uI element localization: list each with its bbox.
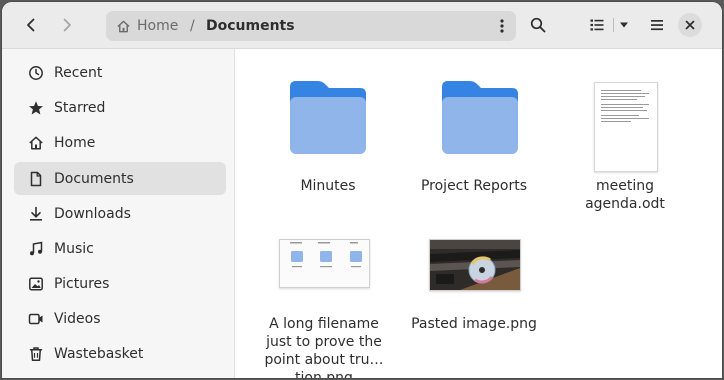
search-icon: [530, 17, 546, 33]
hamburger-menu-icon: [651, 20, 663, 31]
download-icon: [28, 206, 44, 222]
sidebar-item-downloads[interactable]: Downloads: [14, 197, 226, 230]
list-view-icon: [590, 19, 604, 31]
breadcrumb-current[interactable]: Documents: [206, 11, 295, 41]
breadcrumb-home-label: Home: [137, 18, 179, 34]
close-button[interactable]: [678, 13, 702, 37]
folder-icon: [290, 81, 366, 154]
sidebar-item-music[interactable]: Music: [14, 232, 226, 265]
sidebar-item-pictures[interactable]: Pictures: [14, 267, 226, 300]
picture-icon: [28, 276, 44, 292]
breadcrumb-separator: /: [190, 18, 195, 34]
main-menu-button[interactable]: [642, 10, 672, 40]
music-icon: [28, 241, 44, 257]
clock-icon: [28, 65, 44, 81]
file-name: Pasted image.png: [411, 316, 537, 332]
sidebar-item-label: Music: [54, 240, 94, 257]
sidebar-item-label: Starred: [54, 99, 106, 116]
sidebar-item-recent[interactable]: Recent: [14, 56, 226, 89]
go-next-icon: [63, 18, 71, 32]
file-name: Project Reports: [420, 178, 528, 194]
sidebar-item-label: Home: [54, 134, 96, 151]
back-button[interactable]: [16, 10, 46, 40]
list-view-button[interactable]: [582, 10, 612, 40]
sidebar-item-label: Documents: [54, 170, 134, 187]
sidebar-item-label: Videos: [54, 310, 101, 327]
sidebar-item-label: Pictures: [54, 275, 110, 292]
trash-icon: [28, 346, 44, 362]
home-icon: [117, 20, 130, 32]
chevron-down-icon: [620, 22, 628, 28]
image-thumbnail: [279, 239, 370, 288]
star-icon: [28, 100, 44, 116]
file-name: meeting agenda.odt: [585, 178, 665, 212]
view-options-dropdown[interactable]: [614, 10, 634, 40]
search-button[interactable]: [523, 10, 553, 40]
file-name: A long filename just to prove the point …: [264, 316, 384, 378]
kebab-menu-icon: [500, 19, 504, 33]
sidebar: Recent Starred Home Documents Downloads: [2, 49, 235, 378]
file-item-meeting-agenda[interactable]: meeting agenda.odt: [560, 59, 690, 219]
file-manager-window: Home / Documents Recent Starred Home Doc…: [2, 2, 722, 378]
document-thumbnail: [594, 82, 658, 172]
sidebar-item-label: Recent: [54, 64, 103, 81]
go-previous-icon: [27, 18, 35, 32]
sidebar-item-label: Wastebasket: [54, 345, 144, 362]
file-item-project-reports[interactable]: Project Reports: [409, 59, 539, 209]
folder-icon: [442, 81, 518, 154]
path-menu-button[interactable]: [496, 16, 508, 36]
home-icon: [28, 135, 44, 151]
sidebar-item-starred[interactable]: Starred: [14, 91, 226, 124]
sidebar-item-home[interactable]: Home: [14, 126, 226, 159]
path-bar: Home / Documents: [106, 11, 516, 41]
file-item-long-filename-png[interactable]: A long filename just to prove the point …: [259, 207, 389, 378]
close-icon: [685, 20, 695, 30]
file-name: Minutes: [300, 178, 356, 194]
video-icon: [28, 311, 44, 327]
sidebar-item-wastebasket[interactable]: Wastebasket: [14, 337, 226, 370]
sidebar-item-label: Downloads: [54, 205, 131, 222]
sidebar-item-videos[interactable]: Videos: [14, 302, 226, 335]
breadcrumb-home[interactable]: Home: [116, 11, 178, 41]
file-item-minutes[interactable]: Minutes: [263, 59, 393, 209]
document-icon: [28, 171, 44, 187]
file-item-pasted-image[interactable]: Pasted image.png: [409, 207, 539, 357]
view-toggle-group: [582, 10, 634, 40]
image-thumbnail: [429, 239, 521, 291]
sidebar-item-documents[interactable]: Documents: [14, 162, 226, 195]
forward-button[interactable]: [52, 10, 82, 40]
headerbar: Home / Documents: [2, 2, 722, 49]
file-grid: Minutes Project Reports meeting agenda.o…: [235, 49, 722, 378]
